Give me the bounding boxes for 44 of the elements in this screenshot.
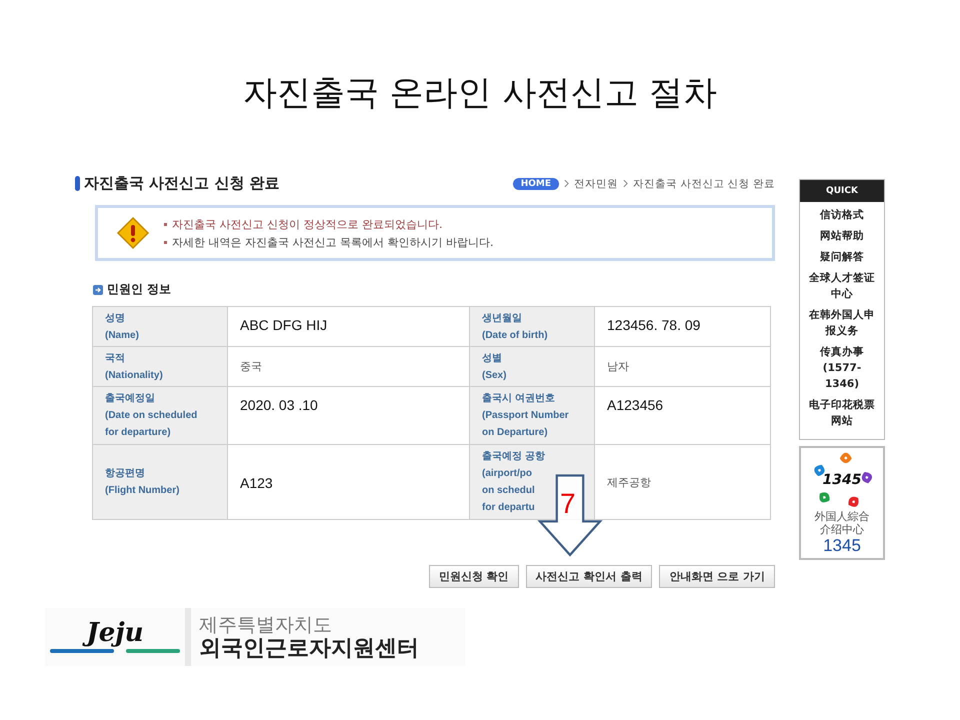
- action-button[interactable]: 민원신청 확인: [428, 565, 519, 588]
- slide-title: 자진출국 온라인 사전신고 절차: [242, 72, 718, 115]
- quick-link[interactable]: 电子印花税票网站: [800, 397, 884, 429]
- field-label: 출국시 여권번호 (Passport Number on Departure): [470, 387, 595, 445]
- breadcrumb-link[interactable]: 전자민원: [574, 176, 618, 190]
- quick-link[interactable]: 在韩外国人申报义务: [800, 307, 884, 339]
- field-label: 성별 (Sex): [470, 347, 595, 387]
- notice-text: 자세한 내역은 자진출국 사전신고 목록에서 확인하시기 바랍니다.: [172, 234, 494, 250]
- breadcrumb-separator-icon: [564, 179, 569, 188]
- field-label: 출국예정일 (Date on scheduled for departure): [93, 387, 228, 445]
- field-label: 국적 (Nationality): [93, 347, 228, 387]
- logo-number: 1345: [822, 472, 862, 488]
- field-value: 123456. 78. 09: [595, 307, 771, 347]
- title-marker-icon: [75, 176, 80, 191]
- field-label: 성명 (Name): [93, 307, 228, 347]
- logo-subtitle: 제주특별자치도: [199, 613, 333, 637]
- field-value: 남자: [595, 347, 771, 387]
- field-label: 생년월일 (Date of birth): [470, 307, 595, 347]
- action-button[interactable]: 안내화면 으로 가기: [659, 565, 775, 588]
- breadcrumb-link[interactable]: 자진출국 사전신고 신청 완료: [632, 176, 775, 190]
- notice-text: 자진출국 사전신고 신청이 정상적으로 완료되었습니다.: [172, 216, 442, 232]
- center-phone: 1345: [823, 536, 861, 556]
- quick-link[interactable]: 全球人才签证中心: [800, 270, 884, 302]
- step-number: 7: [560, 488, 576, 520]
- field-value: A123456: [595, 387, 771, 445]
- action-button[interactable]: 사전신고 확인서 출력: [526, 565, 652, 588]
- quick-link[interactable]: 传真办事 (1577-1346): [800, 344, 884, 392]
- warning-icon: [116, 216, 150, 250]
- breadcrumb-separator-icon: [622, 179, 628, 188]
- quick-menu-title: QUICK: [800, 180, 884, 202]
- bullet-icon: [164, 222, 167, 226]
- field-value: 제주공항: [595, 445, 771, 520]
- quick-link[interactable]: 疑问解答: [814, 249, 870, 265]
- center-banner[interactable]: 1345 外国人綜合介绍中心 1345: [799, 446, 885, 560]
- section-title: 민원인 정보: [107, 281, 172, 298]
- page-title: 자진출국 사전신고 신청 완료: [84, 174, 280, 193]
- organization-name: 외국인근로자지원센터: [199, 637, 419, 661]
- home-link[interactable]: HOME: [512, 178, 559, 190]
- quick-link[interactable]: 信访格式: [814, 207, 870, 223]
- field-label: 항공편명 (Flight Number): [93, 445, 228, 520]
- bullet-icon: [164, 240, 167, 244]
- arrow-icon: [93, 284, 103, 294]
- quick-link[interactable]: 网站帮助: [814, 228, 870, 244]
- center-name: 外国人綜合介绍中心: [814, 510, 870, 536]
